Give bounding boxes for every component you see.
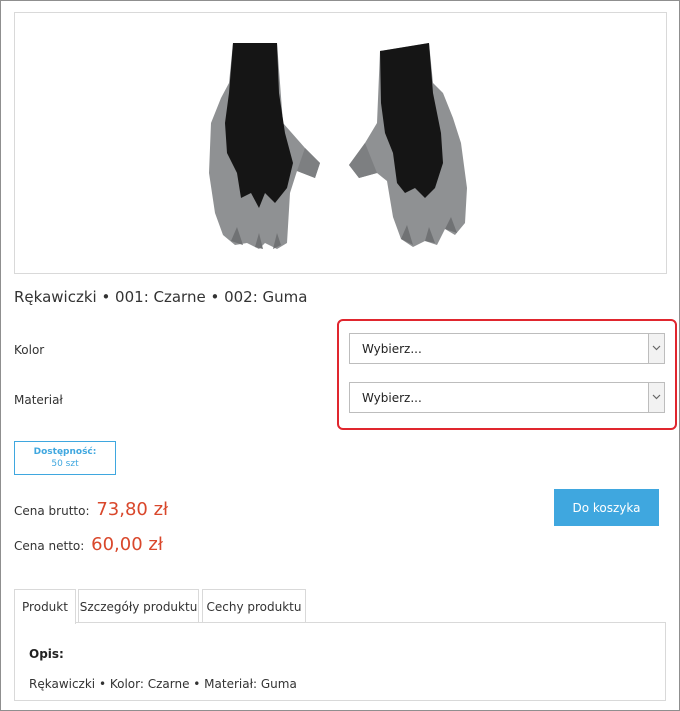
net-price-row: Cena netto: 60,00 zł [14,534,163,555]
gross-price-row: Cena brutto: 73,80 zł [14,499,168,520]
description-text: Rękawiczki • Kolor: Czarne • Materiał: G… [29,677,297,691]
net-price-value: 60,00 zł [91,534,163,555]
tab-produkt[interactable]: Produkt [14,589,76,624]
net-price-label: Cena netto: [14,539,85,553]
color-select-value: Wybierz... [362,342,422,356]
material-select-value: Wybierz... [362,391,422,405]
add-to-cart-button[interactable]: Do koszyka [554,489,659,526]
product-title: Rękawiczki • 001: Czarne • 002: Guma [14,288,308,306]
gross-price-label: Cena brutto: [14,504,90,518]
tab-panel: Opis: Rękawiczki • Kolor: Czarne • Mater… [14,622,666,701]
chevron-down-icon[interactable] [648,334,664,363]
gloves-icon [209,43,467,249]
chevron-down-icon[interactable] [648,383,664,412]
color-select[interactable]: Wybierz... [349,333,665,364]
availability-label: Dostępność: [33,447,97,457]
gross-price-value: 73,80 zł [96,499,169,520]
color-label: Kolor [14,343,45,357]
availability-value: 50 szt [51,459,79,469]
material-label: Materiał [14,393,63,407]
product-image[interactable] [14,12,667,274]
tab-szczegoly-produktu[interactable]: Szczegóły produktu [78,589,199,623]
tab-cechy-produktu[interactable]: Cechy produktu [202,589,306,623]
availability-badge: Dostępność: 50 szt [14,441,116,475]
material-select[interactable]: Wybierz... [349,382,665,413]
description-heading: Opis: [29,647,64,661]
